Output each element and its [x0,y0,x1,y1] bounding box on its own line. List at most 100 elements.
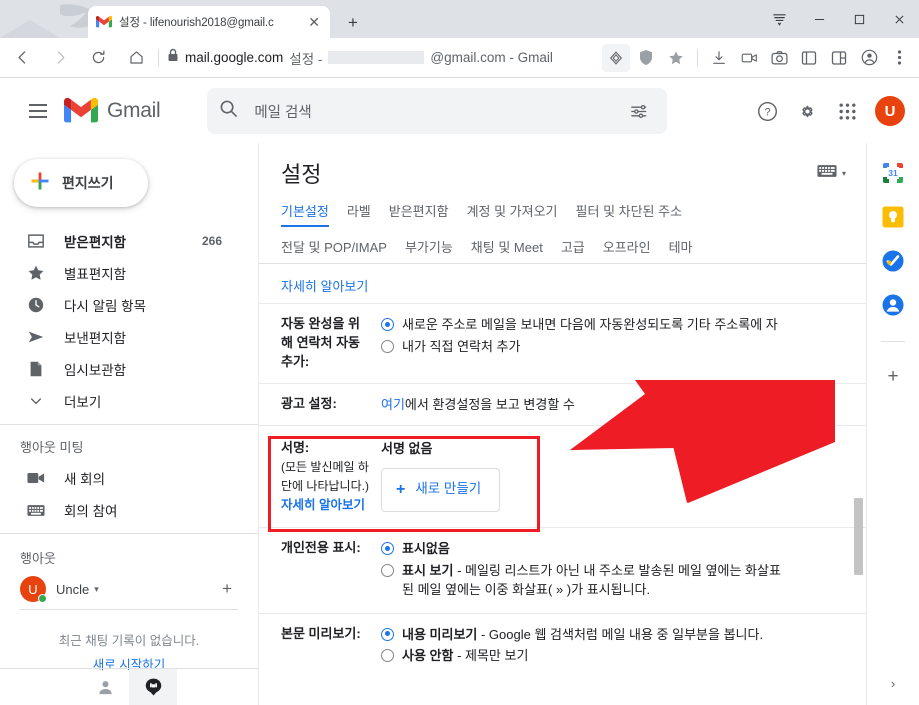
keyboard-icon [817,164,837,183]
ads-settings-text: 에서 환경설정을 보고 변경할 수 [404,396,575,412]
tab-inbox[interactable]: 받은편지함 [389,201,449,227]
settings-row-label: 광고 설정: [281,395,337,411]
sidebar-item-sent[interactable]: 보낸편지함 [0,321,258,353]
personal-level-option1-text: 표시없음 [402,541,450,557]
personal-level-option-none[interactable]: 표시없음 [381,539,844,559]
ads-settings-link[interactable]: 여기 [381,397,405,412]
tab-addons[interactable]: 부가기능 [405,237,453,263]
screen-record-icon[interactable] [735,44,763,72]
snippets-option1-bold: 내용 미리보기 [402,626,478,642]
new-tab-button[interactable]: + [340,10,366,36]
browser-tab-active[interactable]: 설정 - lifenourish2018@gmail.c ✕ [88,6,330,38]
tab-chat-meet[interactable]: 채팅 및 Meet [471,237,543,263]
create-new-signature-button[interactable]: + 새로 만들기 [381,467,501,512]
settings-scrollbar[interactable] [854,498,863,575]
tab-accounts-import[interactable]: 계정 및 가져오기 [467,201,558,227]
window-close-button[interactable] [879,4,919,34]
settings-row-personal-level: 개인전용 표시: 표시없음 표시 보기 - 메일링 리스트가 아닌 내 주소로 … [259,528,866,614]
shield-icon[interactable] [632,44,660,72]
sidebar-icon[interactable] [795,44,823,72]
reload-button[interactable] [82,42,114,74]
sidebar-item-snoozed[interactable]: 다시 알림 항목 [0,289,258,321]
tab-close-icon[interactable]: ✕ [306,13,322,31]
snippets-option-show[interactable]: 내용 미리보기 - Google 웹 검색처럼 메일 내용 중 일부분을 봅니다… [381,625,844,645]
profile-icon[interactable] [855,44,883,72]
sidebar-item-inbox[interactable]: 받은편지함 266 [0,225,258,257]
tab-general[interactable]: 기본설정 [281,201,329,227]
settings-row-content: 서명 없음 + 새로 만들기 [381,439,844,514]
settings-tabs-row-1: 기본설정 라벨 받은편지함 계정 및 가져오기 필터 및 차단된 주소 [281,189,844,227]
tasks-icon[interactable] [881,249,905,273]
settings-tabs-row-2: 전달 및 POP/IMAP 부가기능 채팅 및 Meet 고급 오프라인 테마 [281,227,844,263]
autocomplete-option-manual[interactable]: 내가 직접 연락처 추가 [381,337,844,357]
tab-advanced[interactable]: 고급 [561,237,585,263]
star-icon[interactable] [662,44,690,72]
screenshot-icon[interactable] [765,44,793,72]
sidebar-item-more[interactable]: 더보기 [0,385,258,417]
signature-label: 서명: [281,440,310,456]
search-options-icon[interactable] [621,94,655,128]
account-avatar[interactable]: U [875,96,905,126]
browser-menu-icon[interactable] [885,44,913,72]
add-app-button[interactable]: + [887,366,898,388]
gear-icon[interactable] [789,93,825,129]
tab-labels[interactable]: 라벨 [347,201,371,227]
radio-button[interactable] [381,649,394,663]
signature-sub-line1: (모든 발신메일 하 [281,459,369,474]
hangouts-add-button[interactable]: + [222,579,232,599]
radio-button[interactable] [381,563,394,577]
settings-row-label: 본문 미리보기: [281,625,361,641]
tab-forwarding-pop-imap[interactable]: 전달 및 POP/IMAP [281,237,387,263]
radio-button[interactable] [381,318,394,331]
sidebar-item-join-meeting[interactable]: 회의 참여 [0,494,258,526]
tab-filters-blocked[interactable]: 필터 및 차단된 주소 [576,201,683,227]
gmail-logo[interactable]: Gmail [64,98,161,124]
radio-button[interactable] [381,542,394,556]
browser-list-icon[interactable] [759,4,799,34]
expand-panel-button[interactable]: › [891,676,895,691]
hangouts-user-row[interactable]: U Uncle ▾ + [0,571,258,607]
chat-icon[interactable] [129,669,177,705]
sidebar-item-drafts[interactable]: 임시보관함 [0,353,258,385]
reading-mode-icon[interactable] [602,43,630,72]
help-icon[interactable]: ? [749,93,785,129]
radio-button[interactable] [381,627,394,641]
keep-icon[interactable] [881,205,905,229]
sidebar-item-starred[interactable]: 별표편지함 [0,257,258,289]
personal-level-option-show[interactable]: 표시 보기 - 메일링 리스트가 아닌 내 주소로 발송된 메일 옆에는 화살표… [381,561,844,600]
tab-offline[interactable]: 오프라인 [603,237,651,263]
calendar-icon[interactable]: 31 [881,161,905,185]
back-button[interactable] [6,42,38,74]
learn-more-link[interactable]: 자세히 알아보기 [281,279,368,294]
window-maximize-button[interactable] [839,4,879,34]
chevron-down-icon[interactable]: ▾ [94,584,99,595]
calendar-day-number: 31 [888,168,898,178]
keyboard-shortcuts-button[interactable]: ▾ [817,164,846,183]
signature-learn-more-link[interactable]: 자세히 알아보기 [281,498,365,512]
radio-button[interactable] [381,339,394,353]
search-input[interactable]: 메일 검색 [207,88,668,134]
sidebar-item-label: 받은편지함 [64,235,127,250]
autocomplete-option-auto[interactable]: 새로운 주소로 메일을 보내면 다음에 자동완성되도록 기타 주소록에 자 [381,315,844,335]
home-button[interactable] [120,42,152,74]
settings-header: 설정 ▾ [259,143,866,189]
tab-themes[interactable]: 테마 [669,237,693,263]
split-view-icon[interactable] [825,44,853,72]
url-title-prefix: 설정 - [289,51,323,67]
compose-button[interactable]: 편지쓰기 [14,159,148,207]
main-menu-button[interactable] [18,91,58,131]
browser-tab-strip: 설정 - lifenourish2018@gmail.c ✕ + [0,0,919,38]
personal-level-option2-rest: - 메일링 리스트가 아닌 내 주소로 발송된 메일 옆에는 화살표 [453,562,781,578]
snippets-option-hide[interactable]: 사용 안함 - 제목만 보기 [381,646,844,666]
sidebar-bottom-bar [0,668,258,705]
sidebar-item-new-meeting[interactable]: 새 회의 [0,462,258,494]
contacts-icon[interactable] [81,669,129,705]
window-minimize-button[interactable] [799,4,839,34]
apps-grid-icon[interactable] [829,93,865,129]
page-title: 설정 [281,162,322,187]
contacts-icon[interactable] [881,293,905,317]
address-bar[interactable]: mail.google.com 설정 - @gmail.com - Gmail [167,48,602,68]
gmail-header: Gmail 메일 검색 ? U [0,79,919,143]
download-icon[interactable] [705,44,733,72]
autocomplete-label-line2: 해 연락처 자동 [281,334,360,350]
